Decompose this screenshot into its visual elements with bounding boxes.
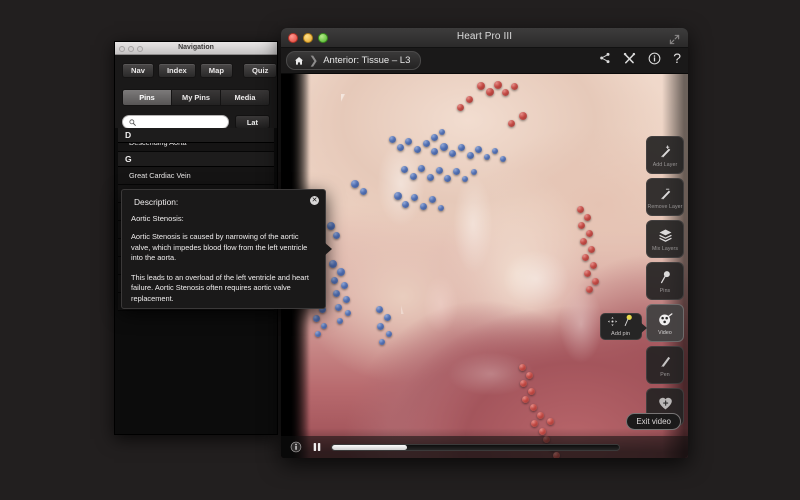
video-control-bar (281, 436, 688, 458)
list-item-label: Great Cardiac Vein (129, 171, 191, 180)
share-icon[interactable] (599, 52, 611, 64)
navigation-window-title: Navigation (178, 43, 214, 51)
tools-icon[interactable] (623, 52, 636, 65)
mix-layers-icon (657, 227, 674, 244)
breadcrumb-separator: ❯ (309, 55, 319, 67)
home-icon[interactable] (291, 53, 306, 68)
popover-tail (324, 242, 332, 256)
popup-tail (640, 322, 647, 334)
tab-quiz[interactable]: Quiz (242, 63, 277, 78)
segment-media[interactable]: Media (221, 90, 269, 105)
app-toolbar: ❯ Anterior: Tissue – L3 ? (281, 48, 688, 74)
add-pin-label: Add pin (611, 330, 630, 337)
breadcrumb-path: Anterior: Tissue – L3 (323, 55, 411, 66)
tool-label: Add Layer (652, 161, 678, 168)
segment-my-pins[interactable]: My Pins (172, 90, 221, 105)
tool-mix-layers[interactable]: Mix Layers (646, 220, 684, 258)
pin-icon (657, 269, 674, 286)
video-progress-bar[interactable] (331, 443, 620, 451)
add-pin-popup[interactable]: Add pin (600, 313, 647, 340)
tool-label: Video (658, 329, 672, 336)
add-pin-row (607, 314, 634, 332)
tool-label: Pen (660, 371, 670, 378)
video-progress-fill (332, 444, 407, 450)
window-title: Heart Pro III (456, 31, 513, 42)
description-paragraph-2: This leads to an overload of the left ve… (131, 272, 309, 303)
tab-nav[interactable]: Nav (122, 63, 154, 78)
list-item-label: Descending Aorta (129, 143, 187, 147)
toolbar-icons: ? (599, 51, 681, 65)
description-title: Description: (134, 197, 179, 207)
tool-add-layer[interactable]: Add Layer (646, 136, 684, 174)
search-field[interactable] (122, 115, 229, 129)
description-popover: ✕ Description: Aortic Stenosis: Aortic S… (121, 189, 332, 309)
yellow-pin-icon[interactable] (623, 314, 634, 332)
tool-video[interactable]: Video (646, 304, 684, 342)
video-icon (657, 311, 674, 328)
tool-rail: Add Layer Remove Layer Mix Layers Pins V… (646, 136, 684, 426)
pins-segmented-control: Pins My Pins Media (122, 89, 270, 106)
search-row: Lat (122, 115, 270, 129)
anatomy-render[interactable] (281, 74, 688, 458)
add-layer-icon (657, 143, 674, 160)
window-titlebar[interactable]: Heart Pro III (281, 28, 688, 48)
tool-label: Mix Layers (651, 245, 679, 252)
tool-remove-layer[interactable]: Remove Layer (646, 178, 684, 216)
navigation-tabs: Nav Index Map Quiz (122, 63, 277, 78)
tool-label: Pins (659, 287, 671, 294)
anatomy-viewport[interactable]: Add Layer Remove Layer Mix Layers Pins V… (281, 74, 688, 458)
close-icon[interactable]: ✕ (310, 196, 319, 205)
segment-pins[interactable]: Pins (123, 90, 172, 105)
tool-pen[interactable]: Pen (646, 346, 684, 384)
navigation-controls: Nav Index Map Quiz Pins My Pins Media La… (115, 55, 277, 136)
tool-pins[interactable]: Pins (646, 262, 684, 300)
pause-button[interactable] (310, 441, 323, 454)
breadcrumb[interactable]: ❯ Anterior: Tissue – L3 (286, 51, 422, 70)
description-subject: Aortic Stenosis: (131, 214, 184, 223)
tool-label: Remove Layer (647, 203, 683, 210)
section-header-d: D (118, 128, 274, 143)
list-item[interactable]: Great Cardiac Vein (118, 167, 274, 185)
list-item[interactable]: Descending Aorta (118, 143, 274, 152)
search-input[interactable] (140, 117, 222, 127)
fullscreen-icon[interactable] (669, 32, 680, 45)
exit-video-button[interactable]: Exit video (626, 413, 681, 430)
navigation-titlebar[interactable]: Navigation (115, 42, 277, 55)
move-handle-icon[interactable] (607, 314, 618, 332)
info-icon[interactable] (289, 441, 302, 454)
tab-index[interactable]: Index (157, 63, 196, 78)
io-map-icon (657, 395, 674, 412)
tab-map[interactable]: Map (199, 63, 233, 78)
remove-layer-icon (657, 185, 674, 202)
section-header-g: G (118, 152, 274, 167)
description-paragraph-1: Aortic Stenosis is caused by narrowing o… (131, 232, 308, 262)
main-window: Heart Pro III ❯ Anterior: Tissue – L3 ? (281, 28, 688, 458)
pen-icon (657, 353, 674, 370)
info-icon[interactable] (648, 52, 661, 65)
help-icon[interactable]: ? (673, 51, 681, 65)
lat-button[interactable]: Lat (234, 115, 270, 129)
